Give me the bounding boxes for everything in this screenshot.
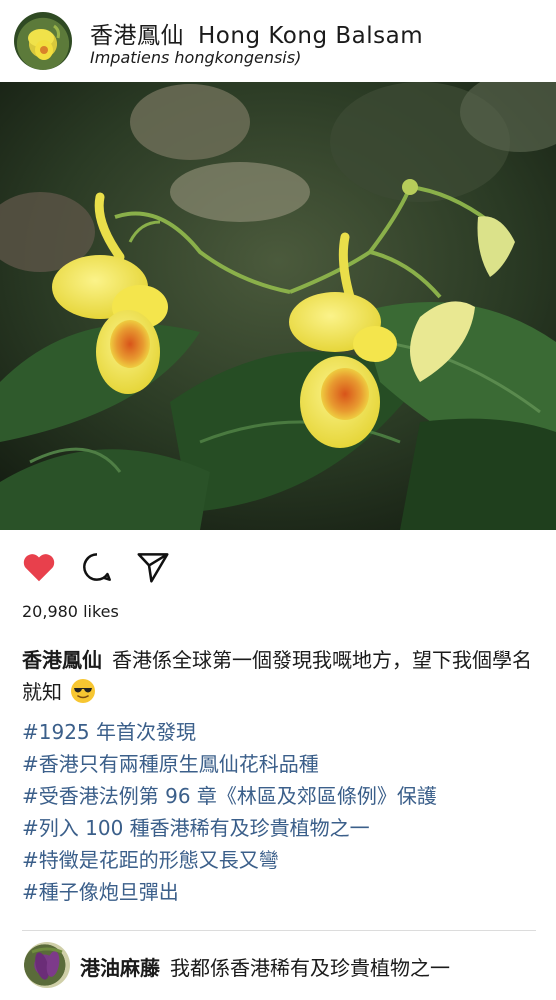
- comments-divider: [22, 930, 536, 931]
- paper-plane-icon[interactable]: [134, 548, 172, 586]
- title-english: Hong Kong Balsam: [198, 23, 424, 49]
- post-photo[interactable]: [0, 82, 556, 530]
- title-chinese: 香港鳳仙: [90, 23, 184, 49]
- heart-icon[interactable]: [20, 548, 58, 586]
- post-caption: 香港鳳仙 香港係全球第一個發現我嘅地方，望下我個學名就知: [22, 644, 544, 708]
- hashtag-link[interactable]: #種子像炮旦彈出: [22, 876, 544, 908]
- scientific-name: Impatiens hongkongensis): [90, 48, 302, 67]
- smiling-face-with-sunglasses-icon: [70, 678, 96, 704]
- caption-username[interactable]: 香港鳳仙: [22, 648, 102, 672]
- comment-text: 我都係香港稀有及珍貴植物之一: [170, 956, 450, 980]
- hashtag-link[interactable]: #受香港法例第 96 章《林區及郊區條例》保護: [22, 780, 544, 812]
- flower-avatar-icon: [28, 24, 60, 60]
- commenter-avatar[interactable]: [24, 942, 70, 988]
- profile-avatar[interactable]: [14, 12, 72, 70]
- comment-username[interactable]: 港油麻藤: [80, 956, 160, 980]
- comment-bubble-icon[interactable]: [78, 548, 116, 586]
- hong-kong-balsam-photo: [0, 82, 556, 530]
- comment-row: 港油麻藤 我都係香港稀有及珍貴植物之一: [0, 936, 556, 996]
- hashtag-link[interactable]: #1925 年首次發現: [22, 716, 544, 748]
- post-title[interactable]: 香港鳳仙 Hong Kong Balsam: [90, 16, 423, 50]
- hashtag-link[interactable]: #列入 100 種香港稀有及珍貴植物之一: [22, 812, 544, 844]
- comment-text-line: 港油麻藤 我都係香港稀有及珍貴植物之一: [80, 952, 450, 981]
- purple-pod-avatar-icon: [31, 947, 63, 980]
- hashtag-link[interactable]: #香港只有兩種原生鳳仙花科品種: [22, 748, 544, 780]
- post-header: 香港鳳仙 Hong Kong Balsam Impatiens hongkonge…: [0, 0, 556, 82]
- likes-count[interactable]: 20,980 likes: [22, 602, 119, 621]
- hashtag-list: #1925 年首次發現 #香港只有兩種原生鳳仙花科品種 #受香港法例第 96 章…: [22, 716, 544, 908]
- hashtag-link[interactable]: #特徵是花距的形態又長又彎: [22, 844, 544, 876]
- action-bar: [0, 548, 556, 588]
